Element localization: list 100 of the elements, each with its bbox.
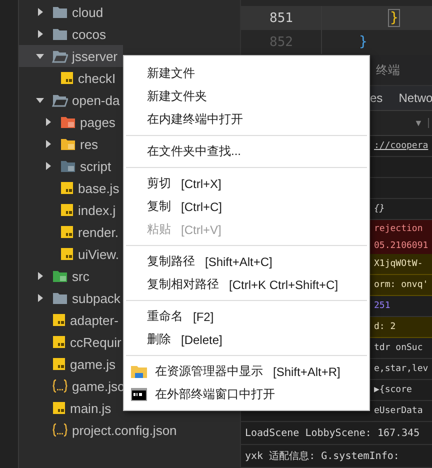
devtools-tab[interactable]: Netwo (398, 91, 432, 105)
menu-item[interactable]: 新建文件夹 (124, 85, 369, 108)
collapsed-arrow-icon (44, 118, 52, 126)
collapsed-arrow-icon (44, 140, 52, 148)
console-text: X1jqWOtW- (374, 259, 423, 269)
tree-item[interactable]: src (19, 265, 123, 287)
collapsed-arrow-icon (36, 30, 44, 38)
file-name: adapter- (70, 312, 118, 328)
expanded-arrow-icon (36, 96, 44, 104)
folder-icon (60, 159, 76, 173)
tree-item[interactable]: open-da (19, 89, 123, 111)
file-name: src (72, 268, 90, 284)
console-text: {} (374, 204, 385, 214)
js-file-icon (60, 181, 74, 195)
menu-item[interactable]: 删除 [Delete] (124, 328, 369, 351)
json-file-icon (52, 379, 68, 393)
menu-item[interactable]: 复制相对路径 [Ctrl+K Ctrl+Shift+C] (124, 273, 369, 296)
file-name: game.jso (72, 378, 125, 394)
expanded-arrow-icon (36, 52, 44, 60)
file-name: game.js (70, 356, 116, 372)
file-name: pages (80, 114, 116, 130)
console-text: tdr onSuc (374, 343, 423, 353)
file-name: subpack (72, 290, 120, 306)
file-name: cloud (72, 4, 104, 20)
file-name: main.js (70, 400, 112, 416)
menu-item[interactable]: 新建文件 (124, 62, 369, 85)
file-name: open-da (72, 92, 120, 108)
tree-item[interactable]: pages (19, 111, 123, 133)
collapsed-arrow-icon (36, 8, 44, 16)
file-name: cocos (72, 26, 106, 42)
devtools-tab[interactable]: es (370, 91, 383, 105)
console-text: 05.2106091 (374, 240, 428, 250)
menu-item[interactable]: 剪切 [Ctrl+X] (124, 172, 369, 195)
file-name: project.config.json (72, 422, 177, 438)
collapsed-arrow-icon (36, 294, 44, 302)
collapsed-arrow-icon (44, 162, 52, 170)
console-text: rejection (374, 224, 423, 234)
file-name: jsserver (72, 48, 118, 64)
tree-item[interactable]: checkI (19, 67, 123, 89)
panel-tab[interactable]: 终端 (376, 62, 400, 78)
json-file-icon (52, 423, 68, 437)
console-text: eUserData (374, 406, 423, 416)
folder-icon (52, 269, 68, 283)
js-file-icon (52, 335, 66, 349)
file-name: res (80, 136, 98, 152)
collapsed-arrow-icon (36, 272, 44, 280)
js-file-icon (52, 357, 66, 371)
tree-item[interactable]: ccRequir (19, 331, 124, 353)
console-link[interactable]: ://coopera (374, 141, 428, 151)
tree-item[interactable]: project.config.json (19, 419, 179, 441)
tree-item[interactable]: res (19, 133, 123, 155)
file-name: uiView. (78, 246, 119, 262)
file-name: script (80, 158, 112, 174)
code-brace: } (359, 34, 368, 50)
tree-item[interactable]: uiView. (19, 243, 123, 265)
menu-item[interactable]: 在内建终端中打开 (124, 108, 369, 131)
menu-item[interactable]: 在资源管理器中显示 [Shift+Alt+R] (124, 360, 369, 383)
tree-item[interactable]: adapter- (19, 309, 123, 331)
tree-item[interactable]: script (19, 155, 123, 177)
code-brace: } (388, 9, 400, 27)
folder-icon (52, 5, 68, 19)
console-text: orm: onvq' (374, 280, 428, 290)
tree-item[interactable]: cocos (19, 23, 123, 45)
open-folder-icon (52, 93, 68, 107)
line-number: 851 (241, 6, 322, 30)
file-name: ccRequir (70, 334, 122, 350)
tree-item[interactable]: game.js (19, 353, 123, 375)
tree-item[interactable]: index.j (19, 199, 123, 221)
js-file-icon (60, 71, 74, 85)
console-text: d: 2 (374, 322, 396, 332)
js-file-icon (60, 247, 74, 261)
console-text: e,star,lev (374, 364, 428, 374)
menu-item[interactable]: 复制路径 [Shift+Alt+C] (124, 250, 369, 273)
js-file-icon (52, 401, 66, 415)
file-name: base.js (78, 180, 120, 196)
js-file-icon (52, 313, 66, 327)
terminal-icon (131, 388, 147, 401)
menu-item[interactable]: 在文件夹中查找... (124, 140, 369, 163)
tree-item[interactable]: subpack (19, 287, 123, 309)
folder-icon (52, 291, 68, 305)
file-name: checkI (78, 70, 116, 86)
js-file-icon (60, 203, 74, 217)
menu-item[interactable]: 在外部终端窗口中打开 (124, 383, 369, 406)
tree-item[interactable]: game.jso (19, 375, 127, 397)
open-folder-icon (52, 49, 68, 63)
tree-item[interactable]: jsserver (19, 45, 123, 67)
menu-item[interactable]: 复制 [Ctrl+C] (124, 195, 369, 218)
folder-icon (131, 364, 147, 378)
folder-icon (52, 27, 68, 41)
tree-item[interactable]: render. (19, 221, 123, 243)
menu-item[interactable]: 重命名 [F2] (124, 305, 369, 328)
console-text: ▶{score (374, 385, 412, 395)
tree-item[interactable]: main.js (19, 397, 123, 419)
tree-item[interactable]: cloud (19, 1, 123, 23)
folder-icon (60, 115, 76, 129)
console-text: LoadScene LobbyScene: 167.345 (245, 428, 420, 438)
file-name: index.j (78, 202, 116, 218)
js-file-icon (60, 225, 74, 239)
folder-icon (60, 137, 76, 151)
tree-item[interactable]: base.js (19, 177, 123, 199)
